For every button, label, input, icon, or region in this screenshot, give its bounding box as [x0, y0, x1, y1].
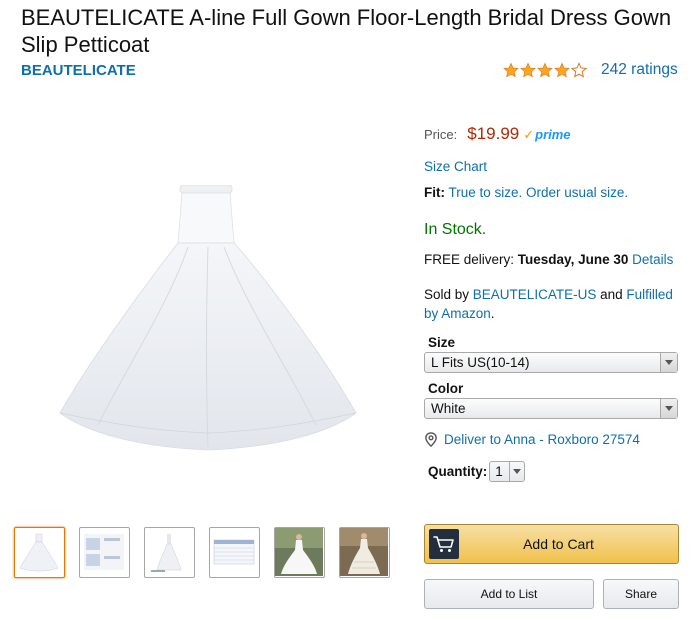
quantity-row: Quantity: 1	[428, 461, 526, 482]
thumbnail-lace-gown-image	[340, 528, 388, 576]
prime-badge[interactable]: ✓prime	[523, 127, 570, 143]
dropdown-arrow-icon	[509, 462, 524, 481]
delivery-prefix: FREE delivery:	[424, 252, 515, 267]
size-label: Size	[428, 335, 456, 350]
dropdown-arrow-icon	[660, 399, 677, 418]
price-label: Price:	[424, 127, 458, 142]
brand-link[interactable]: BEAUTELICATE	[21, 62, 136, 79]
quantity-value: 1	[495, 464, 503, 479]
quantity-label: Quantity:	[428, 464, 488, 479]
thumbnail-5[interactable]	[274, 527, 325, 578]
fit-label: Fit:	[424, 185, 445, 200]
deliver-to-row[interactable]: Deliver to Anna - Roxboro 27574	[424, 432, 640, 447]
size-chart-link[interactable]: Size Chart	[424, 159, 487, 174]
fit-value-link[interactable]: True to size. Order usual size.	[449, 185, 629, 200]
price-row: Price: $19.99 ✓prime	[424, 124, 571, 144]
delivery-row: FREE delivery: Tuesday, June 30 Details	[424, 252, 673, 267]
thumbnail-detail-image	[84, 534, 124, 570]
thumbnail-strip	[14, 527, 390, 578]
thumbnail-model-gown-image	[275, 528, 323, 576]
star-empty-icon	[571, 62, 587, 78]
add-to-cart-label: Add to Cart	[523, 536, 594, 552]
deliver-to-link[interactable]: Deliver to Anna - Roxboro 27574	[444, 432, 640, 447]
share-button[interactable]: Share	[603, 579, 679, 609]
size-dropdown[interactable]: L Fits US(10-14)	[424, 352, 678, 373]
fit-row: Fit: True to size. Order usual size.	[424, 185, 628, 200]
thumbnail-6[interactable]	[339, 527, 390, 578]
thumbnail-2[interactable]	[79, 527, 130, 578]
delivery-date: Tuesday, June 30	[517, 252, 629, 267]
location-pin-icon	[425, 432, 437, 447]
ratings-count-link[interactable]: 242 ratings	[601, 61, 678, 79]
star-full-icon	[537, 62, 553, 78]
thumbnail-4[interactable]	[209, 527, 260, 578]
rating-summary[interactable]: 242 ratings	[503, 61, 678, 79]
thumbnail-petticoat-image	[19, 533, 59, 572]
color-label: Color	[428, 381, 464, 396]
thumbnail-3[interactable]	[144, 527, 195, 578]
prime-label: prime	[535, 127, 571, 142]
dropdown-arrow-icon	[660, 353, 677, 372]
star-full-icon	[554, 62, 570, 78]
add-to-list-button[interactable]: Add to List	[424, 579, 594, 609]
sold-by-period: .	[490, 306, 495, 321]
sold-by-row: Sold by BEAUTELICATE-US and Fulfilled by…	[424, 285, 686, 323]
star-full-icon	[520, 62, 536, 78]
color-dropdown-value: White	[431, 401, 466, 416]
star-rating[interactable]	[503, 62, 587, 78]
cart-icon	[429, 529, 459, 559]
add-to-cart-button[interactable]: Add to Cart	[424, 524, 679, 564]
thumbnail-side-image	[151, 534, 182, 572]
color-dropdown[interactable]: White	[424, 398, 678, 419]
delivery-details-link[interactable]: Details	[632, 252, 673, 267]
size-dropdown-value: L Fits US(10-14)	[431, 355, 530, 370]
price-value: $19.99	[467, 124, 520, 143]
main-product-image[interactable]	[58, 185, 358, 467]
stock-status: In Stock.	[424, 221, 487, 238]
product-title: BEAUTELICATE A-line Full Gown Floor-Leng…	[21, 5, 672, 57]
quantity-dropdown[interactable]: 1	[489, 461, 526, 482]
sold-by-and: and	[600, 287, 623, 302]
seller-link[interactable]: BEAUTELICATE-US	[473, 287, 597, 302]
thumbnail-1[interactable]	[14, 527, 65, 578]
sold-by-prefix: Sold by	[424, 287, 470, 302]
thumbnail-size-chart-image	[213, 539, 255, 565]
star-full-icon	[503, 62, 519, 78]
prime-check-icon: ✓	[523, 127, 535, 142]
